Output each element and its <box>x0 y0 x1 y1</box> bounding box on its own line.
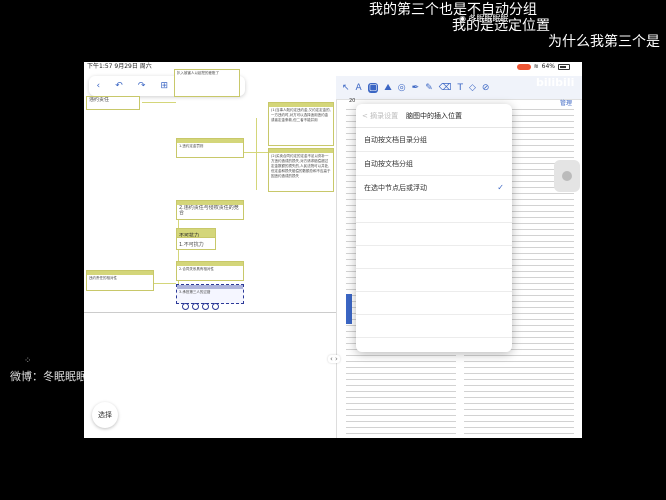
image-tool-icon[interactable]: ⛰ <box>384 83 392 93</box>
insert-position-popover: < 摘录设置 脑图中的插入位置 自动按文档目录分组 自动按文档分组 在选中节点后… <box>356 104 512 352</box>
popover-title: 脑图中的插入位置 <box>406 112 462 120</box>
empty-row <box>356 315 512 338</box>
bilibili-user-tag: ◉ 冬眠眠眠眠 <box>459 14 509 23</box>
option-label: 自动按文档分组 <box>364 160 413 168</box>
mindmap-node-deposit-rule-2[interactable]: (2)买卖合同约定的定金不足以弥补一方违约造成的损失,对方请求赔偿超过定金数额的… <box>268 148 334 192</box>
pane-divider-horizontal <box>84 312 336 313</box>
floating-assistive-touch[interactable] <box>554 160 580 192</box>
eraser-icon[interactable]: ⌫ <box>439 83 452 93</box>
recording-indicator <box>516 63 531 70</box>
mindmap-node-selected[interactable]: 3.承担第三人的过错 <box>176 284 244 304</box>
frame-tool-icon[interactable]: ▢ <box>367 82 379 93</box>
empty-row <box>356 223 512 246</box>
mindmap-node-tort-concurrence[interactable]: 2.违约责任与侵权责任的竞合 <box>176 200 244 220</box>
add-sibling-handle-icon[interactable] <box>192 303 199 310</box>
checkmark-icon: ✓ <box>497 183 504 192</box>
add-child-handle-icon[interactable] <box>182 303 189 310</box>
cursor-icon[interactable]: ↖ <box>342 83 350 93</box>
subtitle-line-3: 为什么我第三个是 <box>548 34 660 50</box>
popover-header: < 摘录设置 脑图中的插入位置 <box>356 104 512 128</box>
delete-handle-icon[interactable] <box>202 303 209 310</box>
mindmap-node-liability[interactable]: 违约责任 <box>86 96 140 110</box>
textbox-icon[interactable]: T <box>457 83 463 93</box>
split-resize-handle[interactable]: ‹ › <box>328 355 340 363</box>
highlight-marker <box>346 294 352 324</box>
mindmap-canvas: 扒入被害人以起挖的差账了 违约责任 1.违约定金罚则 (1)当事人既约定违约金,… <box>84 62 344 438</box>
document-page-header: 20 <box>349 98 356 104</box>
text-tool-icon[interactable]: A <box>356 83 362 93</box>
option-label: 自动按文档目录分组 <box>364 136 427 144</box>
wifi-icon: ≋ <box>533 63 539 70</box>
empty-row <box>356 200 512 223</box>
highlighter-icon[interactable]: ✎ <box>425 83 433 93</box>
bilibili-tv-icon: ◉ <box>459 14 466 23</box>
battery-percent: 64% <box>541 63 555 70</box>
compass-icon[interactable]: ⊘ <box>482 83 490 93</box>
option-auto-doc-group[interactable]: 自动按文档分组 <box>356 152 512 176</box>
option-label: 在选中节点后或浮动 <box>364 184 427 192</box>
ipad-screen: 下午1:57 9月29日 周六 ≋ 64% ‹ ↶ ↷ ⊞ ✎ ⇪ ⋯ 扒入被害… <box>84 62 582 438</box>
shapes-icon[interactable]: ◇ <box>469 83 476 93</box>
empty-row <box>356 269 512 292</box>
empty-row <box>356 292 512 315</box>
weibo-name: 冬眠眠眠 <box>43 370 87 383</box>
more-handle-icon[interactable] <box>212 303 219 310</box>
weibo-prefix: 微博： <box>10 370 43 383</box>
option-auto-toc-group[interactable]: 自动按文档目录分组 <box>356 128 512 152</box>
mindmap-node-top[interactable]: 扒入被害人以起挖的差账了 <box>174 69 240 97</box>
subtitle-line-1: 我的第三个也是不自动分组 <box>369 2 537 18</box>
mindmap-node-force-majeure[interactable]: 1.不可抗力 <box>176 237 216 250</box>
loading-icon: ⁘ <box>24 356 32 366</box>
selection-handles <box>182 303 219 310</box>
pen-icon[interactable]: ✒ <box>412 83 420 93</box>
split-view-divider[interactable] <box>336 76 337 438</box>
lasso-tool-icon[interactable]: ◎ <box>398 83 406 93</box>
mindmap-node-deposit-rule-1[interactable]: (1)当事人既约定违约金,又约定定金的,一方违约时,对方可以选择适用违约金或者定… <box>268 102 334 146</box>
mindmap-node-deposit[interactable]: 1.违约定金罚则 <box>176 138 244 158</box>
mindmap-node-relative-liability[interactable]: 违约责任的相对性 <box>86 270 154 291</box>
mindmap-node-relativity[interactable]: 2.合同关系具有相对性 <box>176 261 244 281</box>
select-button[interactable]: 选择 <box>92 402 118 428</box>
empty-row <box>356 246 512 269</box>
battery-icon <box>558 63 570 70</box>
option-after-selected-node[interactable]: 在选中节点后或浮动 ✓ <box>356 176 512 200</box>
bilibili-logo: bilibili <box>536 76 575 89</box>
